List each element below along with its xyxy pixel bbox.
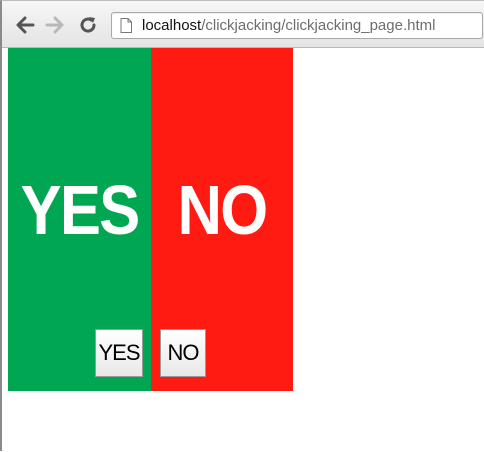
yes-button[interactable]: YES — [95, 329, 143, 377]
back-arrow-icon — [16, 16, 35, 34]
browser-window: localhost/clickjacking/clickjacking_page… — [0, 0, 484, 452]
address-bar[interactable]: localhost/clickjacking/clickjacking_page… — [111, 12, 483, 39]
yes-panel-text: YES — [20, 171, 140, 249]
no-panel: NO NO — [151, 48, 293, 391]
back-button[interactable] — [14, 15, 36, 35]
url-host: localhost — [142, 17, 202, 34]
reload-icon — [80, 17, 96, 33]
browser-toolbar: localhost/clickjacking/clickjacking_page… — [2, 1, 484, 48]
page-icon — [120, 18, 132, 33]
forward-button[interactable] — [44, 15, 66, 35]
page-viewport: YES YES NO NO — [2, 48, 484, 452]
no-button[interactable]: NO — [160, 329, 206, 377]
no-panel-text: NO — [177, 171, 269, 249]
yes-panel: YES YES — [8, 48, 151, 391]
url-path: /clickjacking/clickjacking_page.html — [201, 17, 436, 34]
forward-arrow-icon — [45, 16, 64, 34]
reload-button[interactable] — [77, 15, 99, 35]
url-text: localhost/clickjacking/clickjacking_page… — [142, 17, 435, 34]
